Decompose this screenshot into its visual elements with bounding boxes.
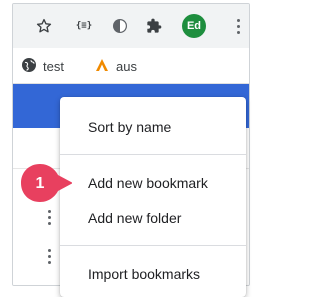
star-icon[interactable] xyxy=(33,15,55,37)
menu-separator xyxy=(60,154,246,155)
step-callout-number: 1 xyxy=(35,175,45,192)
row-more-icon[interactable] xyxy=(48,249,51,264)
half-circle-icon[interactable] xyxy=(110,16,130,36)
json-viewer-icon[interactable]: {≡} xyxy=(71,16,97,36)
more-vert-icon[interactable] xyxy=(233,16,243,36)
orange-chevron-icon xyxy=(94,57,110,76)
organize-menu: Sort by name Add new bookmark Add new fo… xyxy=(60,97,246,297)
menu-separator xyxy=(60,245,246,246)
json-viewer-label: {≡} xyxy=(75,21,93,31)
bookmark-test[interactable]: test xyxy=(21,57,64,76)
bookmark-aus[interactable]: aus xyxy=(94,57,137,76)
profile-avatar[interactable]: Ed xyxy=(182,14,206,38)
menu-item-add-new-bookmark[interactable]: Add new bookmark xyxy=(88,175,208,191)
row-more-icon[interactable] xyxy=(48,210,51,225)
menu-item-sort-by-name[interactable]: Sort by name xyxy=(88,119,171,135)
puzzle-icon[interactable] xyxy=(144,16,164,36)
bookmark-aus-label: aus xyxy=(116,59,137,74)
globe-icon xyxy=(21,57,37,76)
bookmark-test-label: test xyxy=(43,59,64,74)
menu-item-import-bookmarks[interactable]: Import bookmarks xyxy=(88,266,200,282)
menu-item-add-new-folder[interactable]: Add new folder xyxy=(88,210,181,226)
bookmarks-bar: test aus xyxy=(13,48,249,84)
profile-initials: Ed xyxy=(186,20,202,32)
browser-toolbar: {≡} Ed xyxy=(13,4,249,48)
